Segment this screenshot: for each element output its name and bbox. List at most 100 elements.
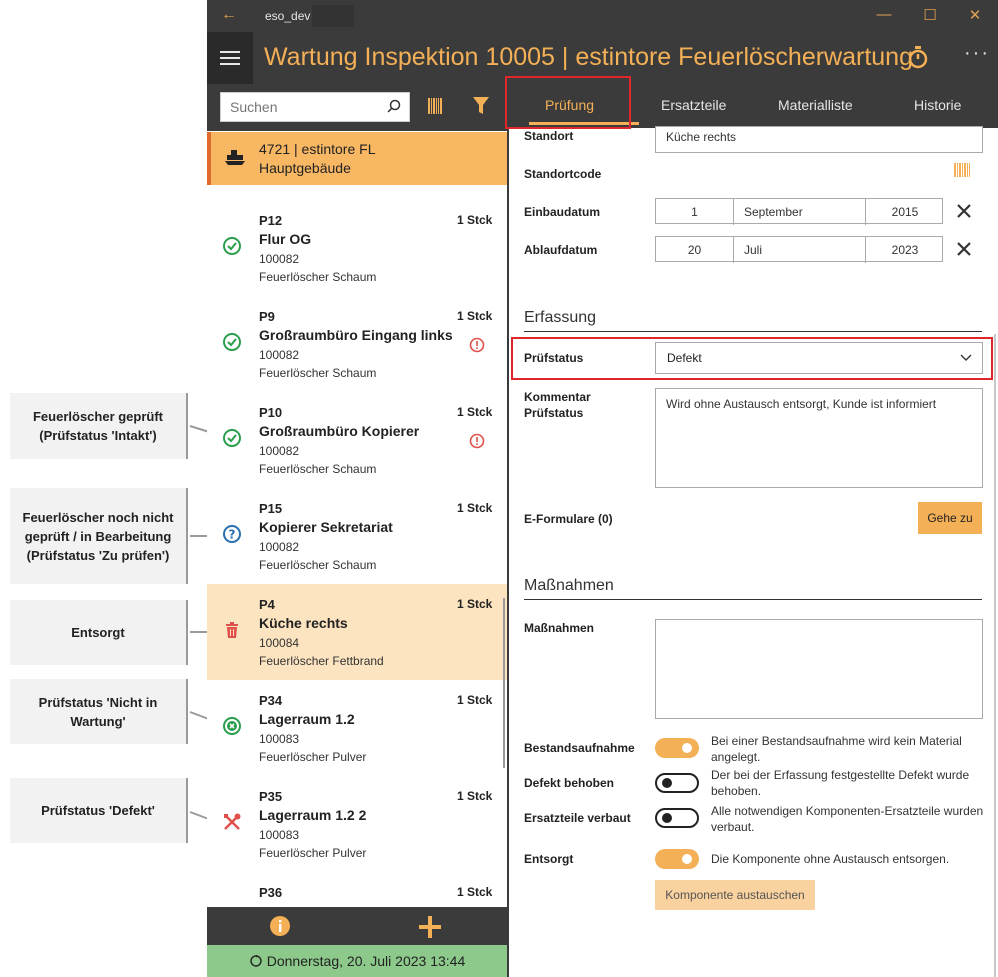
- barcode-scan-icon[interactable]: [428, 98, 442, 114]
- erfassung-heading: Erfassung: [524, 309, 597, 326]
- item-name: Kopierer Sekretariat: [259, 519, 393, 535]
- defekt-behoben-description: Der bei der Erfassung festgestellte Defe…: [711, 768, 970, 798]
- item-quantity: 1 Stck: [457, 501, 493, 515]
- komponente-austauschen-button[interactable]: Komponente austauschen: [655, 880, 815, 910]
- app-window: ← eso_dev — ☐ ✕ Wartung Inspektion 10005…: [207, 0, 998, 977]
- clear-einbaudatum-icon[interactable]: [955, 202, 973, 220]
- location-header[interactable]: 4721 | estintore FL Hauptgebäude: [207, 132, 507, 185]
- maximize-icon[interactable]: ☐: [920, 6, 940, 24]
- ablauf-day[interactable]: 20: [656, 237, 734, 263]
- annotation-entsorgt: Entsorgt: [10, 600, 188, 665]
- warning-icon: [469, 337, 485, 353]
- einbau-year[interactable]: 2015: [866, 199, 944, 225]
- item-quantity: 1 Stck: [457, 405, 493, 419]
- tab-materialliste[interactable]: Materialliste: [778, 97, 853, 113]
- detail-scrollbar[interactable]: [994, 334, 996, 977]
- item-number: 100082: [259, 348, 300, 362]
- list-action-bar: [207, 907, 507, 945]
- search-input[interactable]: [221, 93, 381, 121]
- trash-icon: [226, 622, 238, 638]
- item-code: P12: [259, 213, 283, 228]
- list-item[interactable]: P36 1 Stck: [207, 872, 507, 907]
- search-icon[interactable]: [387, 99, 401, 113]
- detail-pane: Prüfung Ersatzteile Materialliste Histor…: [505, 76, 998, 977]
- app-name: eso_dev: [265, 9, 311, 23]
- question-circle-icon: ?: [223, 525, 241, 543]
- item-type: Feuerlöscher Pulver: [259, 846, 367, 860]
- stopwatch-icon[interactable]: [907, 45, 929, 69]
- item-name: Flur OG: [259, 231, 312, 247]
- item-quantity: 1 Stck: [457, 597, 493, 611]
- bestandsaufnahme-toggle[interactable]: [655, 738, 699, 758]
- ersatzteile-verbaut-toggle[interactable]: [655, 808, 699, 828]
- massnahmen-label: Maßnahmen: [524, 621, 595, 635]
- einbau-month[interactable]: September: [734, 199, 866, 225]
- erfassung-divider: [524, 331, 982, 332]
- more-options-icon[interactable]: ···: [964, 42, 990, 65]
- entsorgt-toggle[interactable]: [655, 849, 699, 869]
- gehe-zu-button[interactable]: Gehe zu: [918, 502, 982, 534]
- ablaufdatum-picker[interactable]: 20 Juli 2023: [655, 236, 944, 263]
- item-code: P36: [259, 885, 283, 900]
- item-name: Großraumbüro Kopierer: [259, 423, 420, 439]
- list-item[interactable]: P12 Flur OG 100082 Feuerlöscher Schaum 1…: [207, 200, 507, 296]
- list-item[interactable]: P10 Großraumbüro Kopierer 100082 Feuerlö…: [207, 392, 507, 488]
- einbaudatum-picker[interactable]: 1 September 2015: [655, 198, 944, 225]
- item-type: Feuerlöscher Pulver: [259, 750, 367, 764]
- eformulare-label: E-Formulare (0): [524, 512, 613, 526]
- item-quantity: 1 Stck: [457, 885, 493, 899]
- item-number: 100082: [259, 252, 300, 266]
- defekt-behoben-label: Defekt behoben: [524, 776, 615, 790]
- standortcode-label: Standortcode: [524, 167, 602, 181]
- ablauf-month[interactable]: Juli: [734, 237, 866, 263]
- kommentar-textarea[interactable]: Wird ohne Austausch entsorgt, Kunde ist …: [655, 388, 983, 488]
- item-list-pane: 4721 | estintore FL Hauptgebäude P12 Flu…: [207, 84, 507, 977]
- list-scrollbar[interactable]: [503, 598, 505, 768]
- entsorgt-description: Die Komponente ohne Austausch entsorgen.: [711, 852, 950, 866]
- annotation-nicht-in-wartung: Prüfstatus 'Nicht in Wartung': [10, 679, 188, 744]
- item-number: 100083: [259, 828, 300, 842]
- page-title: Wartung Inspektion 10005 | estintore Feu…: [264, 43, 913, 71]
- info-icon[interactable]: [269, 915, 291, 937]
- item-quantity: 1 Stck: [457, 213, 493, 227]
- list-item[interactable]: P35 Lagerraum 1.2 2 100083 Feuerlöscher …: [207, 776, 507, 872]
- back-arrow-icon[interactable]: ←: [221, 6, 237, 24]
- kommentar-label: Kommentar Prüfstatus: [524, 390, 591, 420]
- standort-field[interactable]: Küche rechts: [655, 126, 983, 153]
- ersatzteile-verbaut-description: Alle notwendigen Komponenten-Ersatzteile…: [711, 804, 984, 834]
- list-item[interactable]: P34 Lagerraum 1.2 100083 Feuerlöscher Pu…: [207, 680, 507, 776]
- x-circle-icon: [223, 717, 241, 735]
- minimize-icon[interactable]: —: [874, 6, 894, 23]
- list-item-selected[interactable]: P4 Küche rechts 100084 Feuerlöscher Fett…: [207, 584, 507, 680]
- item-code: P15: [259, 501, 283, 516]
- item-name: Lagerraum 1.2 2: [259, 807, 367, 823]
- ablauf-year[interactable]: 2023: [866, 237, 944, 263]
- tab-ersatzteile[interactable]: Ersatzteile: [661, 97, 726, 113]
- item-type: Feuerlöscher Fettbrand: [259, 654, 384, 668]
- clear-ablaufdatum-icon[interactable]: [955, 240, 973, 258]
- massnahmen-textarea[interactable]: [655, 619, 983, 719]
- annotation-zu-pruefen: Feuerlöscher noch nicht geprüft / in Bea…: [10, 488, 188, 584]
- item-code: P34: [259, 693, 283, 708]
- item-quantity: 1 Stck: [457, 789, 493, 803]
- item-name: Lagerraum 1.2: [259, 711, 355, 727]
- item-number: 100084: [259, 636, 300, 650]
- list-item[interactable]: ? P15 Kopierer Sekretariat 100082 Feuerl…: [207, 488, 507, 584]
- einbau-day[interactable]: 1: [656, 199, 734, 225]
- svg-text:?: ?: [229, 528, 236, 542]
- item-code: P9: [259, 309, 275, 324]
- highlight-box-pruefstatus: [511, 337, 993, 380]
- tab-historie[interactable]: Historie: [914, 97, 961, 113]
- sync-status-bar: Donnerstag, 20. Juli 2023 13:44: [207, 945, 507, 977]
- add-icon[interactable]: [418, 915, 442, 939]
- close-icon[interactable]: ✕: [965, 6, 985, 24]
- sync-date: Donnerstag, 20. Juli 2023 13:44: [266, 953, 466, 969]
- building-icon: [225, 150, 245, 165]
- check-circle-icon: [223, 429, 241, 447]
- filter-icon[interactable]: [473, 97, 489, 115]
- list-item[interactable]: P9 Großraumbüro Eingang links 100082 Feu…: [207, 296, 507, 392]
- barcode-icon[interactable]: [954, 163, 970, 177]
- item-type: Feuerlöscher Schaum: [259, 462, 377, 476]
- hamburger-menu-icon[interactable]: [207, 32, 253, 84]
- defekt-behoben-toggle[interactable]: [655, 773, 699, 793]
